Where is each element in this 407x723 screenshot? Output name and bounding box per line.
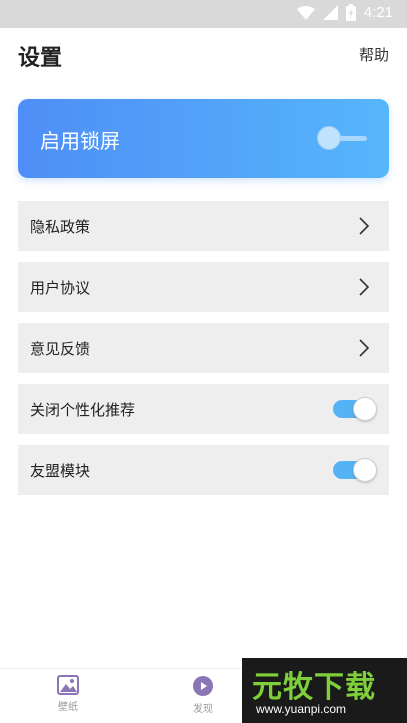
user-agreement-row[interactable]: 用户协议: [18, 262, 389, 312]
page-title: 设置: [18, 46, 63, 71]
personalization-row: 关闭个性化推荐: [18, 384, 389, 434]
row-label: 友盟模块: [30, 462, 91, 480]
nav-item-discover[interactable]: 发现: [173, 675, 233, 715]
nav-label: 发现: [193, 704, 213, 715]
status-time: 4:21: [363, 4, 393, 21]
switch-knob: [353, 397, 377, 421]
row-label: 用户协议: [30, 279, 91, 297]
nav-item-wallpaper[interactable]: 壁纸: [38, 675, 98, 713]
row-label: 关闭个性化推荐: [30, 401, 136, 419]
feedback-row[interactable]: 意见反馈: [18, 323, 389, 373]
row-label: 意见反馈: [30, 340, 91, 358]
nav-label: 壁纸: [58, 702, 78, 713]
signal-icon: [322, 5, 338, 20]
status-icons: 4:21: [296, 4, 393, 21]
help-link[interactable]: 帮助: [359, 44, 389, 65]
lock-screen-toggle[interactable]: [317, 126, 367, 152]
lock-toggle-knob: [317, 126, 341, 150]
header: 设置 帮助: [0, 28, 407, 84]
personalization-switch[interactable]: [333, 397, 377, 421]
switch-knob: [353, 458, 377, 482]
chevron-right-icon: [359, 217, 369, 235]
privacy-policy-row[interactable]: 隐私政策: [18, 201, 389, 251]
watermark-logo: 元牧下载 www.yuanpi.com: [242, 658, 407, 723]
battery-icon: [345, 4, 356, 21]
row-label: 隐私政策: [30, 218, 91, 236]
umeng-module-switch[interactable]: [333, 458, 377, 482]
lock-screen-card: 启用锁屏: [18, 99, 389, 178]
wifi-icon: [296, 5, 315, 20]
umeng-module-row: 友盟模块: [18, 445, 389, 495]
discover-play-icon: [193, 676, 213, 696]
chevron-right-icon: [359, 278, 369, 296]
status-bar: 4:21: [0, 0, 407, 28]
chevron-right-icon: [359, 339, 369, 357]
watermark-title: 元牧下载: [252, 670, 376, 705]
image-icon: [57, 675, 79, 695]
lock-screen-label: 启用锁屏: [40, 129, 120, 153]
watermark-url: www.yuanpi.com: [256, 702, 347, 716]
